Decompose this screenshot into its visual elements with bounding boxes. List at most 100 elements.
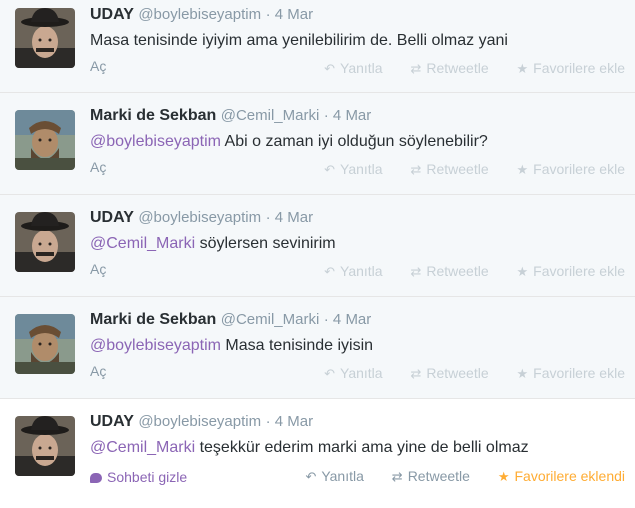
tweet-body: Masa tenisinde iyisin: [220, 337, 374, 354]
retweet-icon: ⇄: [410, 162, 422, 177]
star-icon: ★: [516, 366, 529, 381]
favorite-label: Favorilere ekle: [533, 263, 625, 279]
hide-conversation-link[interactable]: Sohbeti gizle: [90, 469, 187, 485]
timestamp[interactable]: · 4 Mar: [266, 6, 314, 23]
fullname[interactable]: Marki de Sekban: [90, 107, 216, 124]
favorite-label: Favorilere ekle: [533, 365, 625, 381]
fullname[interactable]: UDAY: [90, 6, 134, 23]
fullname[interactable]: Marki de Sekban: [90, 311, 216, 328]
tweet-body: Abi o zaman iyi olduğun söylenebilir?: [220, 133, 488, 150]
expand-link[interactable]: Aç: [90, 363, 106, 379]
reply-icon: ↶: [324, 366, 336, 381]
retweet-label: Retweetle: [426, 365, 489, 381]
mention-link[interactable]: @boylebiseyaptim: [90, 133, 221, 150]
mention-link[interactable]: @boylebiseyaptim: [90, 337, 221, 354]
reply-icon: ↶: [324, 61, 336, 76]
retweet-icon: ⇄: [391, 469, 403, 484]
reply-button[interactable]: ↶ Yanıtla: [305, 468, 363, 485]
avatar[interactable]: [15, 110, 75, 170]
tweet-text: Masa tenisinde iyiyim ama yenilebilirim …: [90, 32, 508, 50]
expand-link[interactable]: Aç: [90, 58, 106, 74]
tweet-body: Masa tenisinde iyiyim ama yenilebilirim …: [90, 32, 508, 49]
avatar[interactable]: [15, 416, 75, 476]
retweet-label: Retweetle: [407, 468, 470, 484]
tweet-header: Marki de Sekban @Cemil_Marki · 4 Mar: [90, 107, 371, 125]
username[interactable]: @boylebiseyaptim: [138, 6, 261, 23]
timestamp[interactable]: · 4 Mar: [324, 311, 372, 328]
tweet-text: @boylebiseyaptim Masa tenisinde iyisin: [90, 337, 373, 355]
fullname[interactable]: UDAY: [90, 413, 134, 430]
expand-link[interactable]: Aç: [90, 159, 106, 175]
reply-icon: ↶: [305, 469, 317, 484]
hide-conversation-label: Sohbeti gizle: [107, 469, 188, 485]
timestamp[interactable]: · 4 Mar: [266, 413, 314, 430]
retweet-icon: ⇄: [410, 264, 422, 279]
retweet-label: Retweetle: [426, 60, 489, 76]
favorite-button[interactable]: ★ Favorilere ekle: [517, 60, 625, 77]
star-icon: ★: [516, 162, 529, 177]
retweet-icon: ⇄: [410, 61, 422, 76]
tweet[interactable]: UDAY @boylebiseyaptim · 4 Mar Masa tenis…: [0, 0, 635, 93]
tweet-actions: ↶ Yanıtla ⇄ Retweetle ★ Favorilere ekle: [300, 365, 625, 382]
star-icon: ★: [516, 264, 529, 279]
tweet-body: teşekkür ederim marki ama yine de belli …: [195, 439, 529, 456]
tweet[interactable]: Marki de Sekban @Cemil_Marki · 4 Mar @bo…: [0, 93, 635, 195]
avatar[interactable]: [15, 8, 75, 68]
speech-bubble-icon: [90, 473, 102, 483]
tweet[interactable]: Marki de Sekban @Cemil_Marki · 4 Mar @bo…: [0, 297, 635, 399]
timestamp[interactable]: · 4 Mar: [324, 107, 372, 124]
retweet-button[interactable]: ⇄ Retweetle: [392, 468, 470, 485]
avatar[interactable]: [15, 314, 75, 374]
retweet-button[interactable]: ⇄ Retweetle: [410, 161, 488, 178]
favorite-button[interactable]: ★ Favorilere ekle: [517, 263, 625, 280]
reply-button[interactable]: ↶ Yanıtla: [324, 60, 382, 77]
reply-label: Yanıtla: [340, 161, 383, 177]
favorited-button[interactable]: ★ Favorilere eklendi: [498, 468, 625, 485]
reply-label: Yanıtla: [321, 468, 364, 484]
favorite-label: Favorilere ekle: [533, 161, 625, 177]
retweet-label: Retweetle: [426, 263, 489, 279]
reply-label: Yanıtla: [340, 60, 383, 76]
retweet-icon: ⇄: [410, 366, 422, 381]
favorite-label: Favorilere ekle: [533, 60, 625, 76]
expand-link[interactable]: Aç: [90, 261, 106, 277]
star-icon: ★: [516, 61, 529, 76]
conversation-timeline: UDAY @boylebiseyaptim · 4 Mar Masa tenis…: [0, 0, 635, 508]
retweet-button[interactable]: ⇄ Retweetle: [410, 60, 488, 77]
tweet[interactable]: UDAY @boylebiseyaptim · 4 Mar @Cemil_Mar…: [0, 195, 635, 297]
tweet-header: UDAY @boylebiseyaptim · 4 Mar: [90, 6, 313, 24]
fullname[interactable]: UDAY: [90, 209, 134, 226]
tweet[interactable]: UDAY @boylebiseyaptim · 4 Mar @Cemil_Mar…: [0, 399, 635, 508]
username[interactable]: @Cemil_Marki: [221, 311, 320, 328]
tweet-actions: ↶ Yanıtla ⇄ Retweetle ★ Favorilere eklendi: [281, 468, 625, 485]
tweet-actions: ↶ Yanıtla ⇄ Retweetle ★ Favorilere ekle: [300, 161, 625, 178]
tweet-text: @Cemil_Marki teşekkür ederim marki ama y…: [90, 439, 529, 457]
username[interactable]: @boylebiseyaptim: [138, 209, 261, 226]
retweet-button[interactable]: ⇄ Retweetle: [410, 365, 488, 382]
reply-button[interactable]: ↶ Yanıtla: [324, 365, 382, 382]
star-icon: ★: [497, 469, 510, 484]
favorite-button[interactable]: ★ Favorilere ekle: [517, 161, 625, 178]
reply-icon: ↶: [324, 162, 336, 177]
favorite-button[interactable]: ★ Favorilere ekle: [517, 365, 625, 382]
favorite-label: Favorilere eklendi: [514, 468, 626, 484]
tweet-text: @Cemil_Marki söylersen sevinirim: [90, 235, 336, 253]
username[interactable]: @Cemil_Marki: [221, 107, 320, 124]
retweet-label: Retweetle: [426, 161, 489, 177]
tweet-header: UDAY @boylebiseyaptim · 4 Mar: [90, 209, 313, 227]
tweet-body: söylersen sevinirim: [195, 235, 336, 252]
reply-button[interactable]: ↶ Yanıtla: [324, 161, 382, 178]
tweet-header: UDAY @boylebiseyaptim · 4 Mar: [90, 413, 313, 431]
tweet-text: @boylebiseyaptim Abi o zaman iyi olduğun…: [90, 133, 488, 151]
reply-label: Yanıtla: [340, 263, 383, 279]
tweet-header: Marki de Sekban @Cemil_Marki · 4 Mar: [90, 311, 371, 329]
reply-label: Yanıtla: [340, 365, 383, 381]
mention-link[interactable]: @Cemil_Marki: [90, 235, 195, 252]
tweet-actions: ↶ Yanıtla ⇄ Retweetle ★ Favorilere ekle: [300, 263, 625, 280]
retweet-button[interactable]: ⇄ Retweetle: [410, 263, 488, 280]
mention-link[interactable]: @Cemil_Marki: [90, 439, 195, 456]
timestamp[interactable]: · 4 Mar: [266, 209, 314, 226]
avatar[interactable]: [15, 212, 75, 272]
reply-button[interactable]: ↶ Yanıtla: [324, 263, 382, 280]
username[interactable]: @boylebiseyaptim: [138, 413, 261, 430]
